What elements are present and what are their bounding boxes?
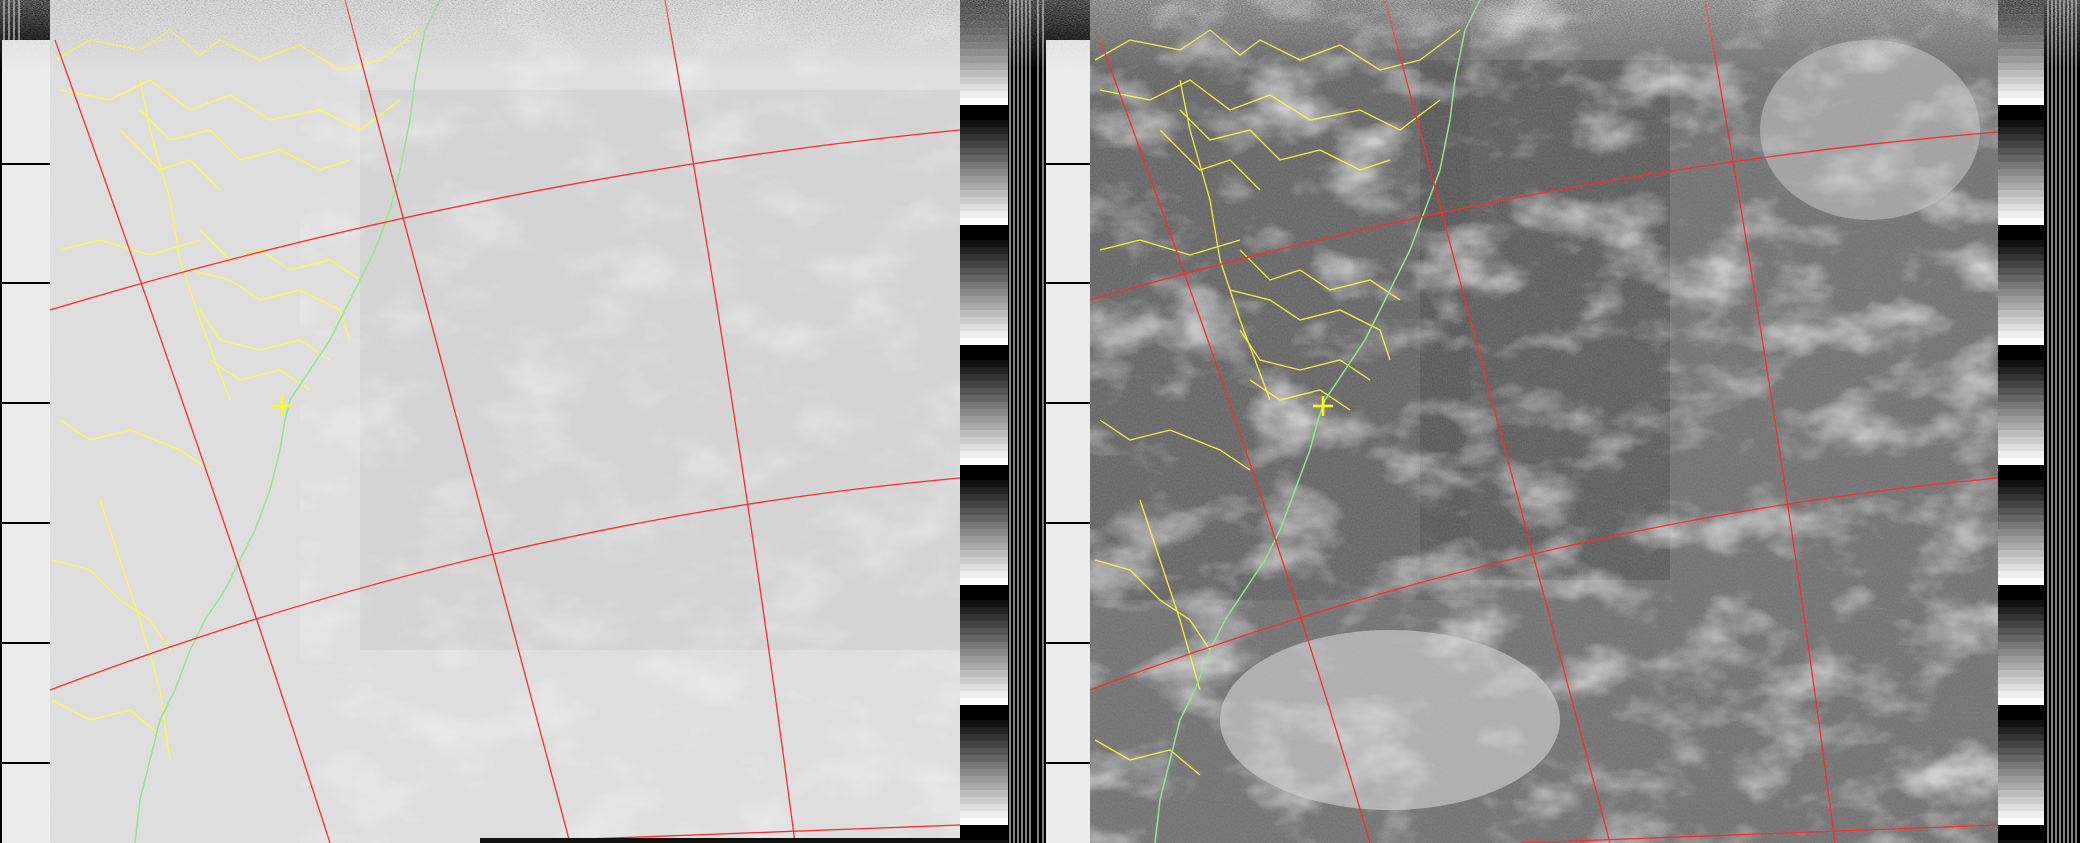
- channel-a-telemetry-wedges: [960, 0, 1008, 843]
- channel-a-cloud-field: [300, 0, 960, 843]
- channel-b-cloud-swirl: [1220, 630, 1560, 810]
- satellite-apt-image: [0, 0, 2080, 843]
- channel-b-telemetry-wedges: [1998, 0, 2044, 843]
- channel-a-space-view: [2, 40, 50, 843]
- signal-noise-band: [0, 0, 2080, 70]
- channel-b-space-view: [1046, 40, 1090, 843]
- bottom-dark-strip: [480, 838, 960, 843]
- channel-b-panel: [1034, 0, 2077, 843]
- channel-a-panel: [0, 0, 1031, 843]
- channel-a-telemetry-stripes: [1009, 0, 1031, 843]
- channel-b-telemetry-stripes: [2047, 0, 2077, 843]
